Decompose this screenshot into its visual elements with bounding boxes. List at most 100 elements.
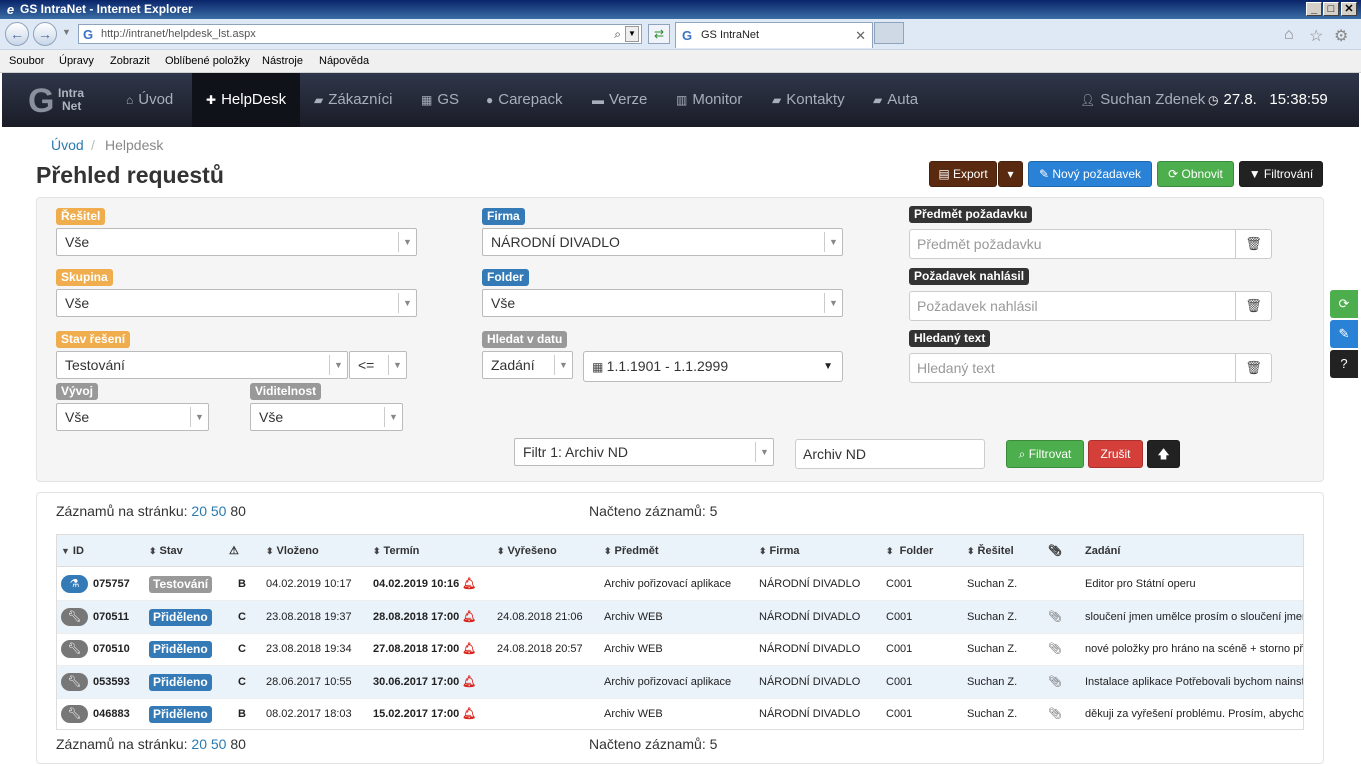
page-size-80[interactable]: 80 <box>230 503 246 519</box>
row-id[interactable]: 070510 <box>93 633 130 665</box>
folder-select[interactable]: Vše ▼ <box>482 289 843 317</box>
favorites-star-icon[interactable]: ☆ <box>1309 26 1323 46</box>
maximize-button[interactable]: □ <box>1323 2 1339 16</box>
nav-carepack[interactable]: ● Carepack <box>486 73 562 127</box>
intranet-logo[interactable]: G Intra Net <box>28 81 92 121</box>
wrench-icon[interactable]: 🔧︎ <box>61 672 88 691</box>
nav-gs[interactable]: ▦ GS <box>421 73 459 127</box>
table-row[interactable]: 🔧︎ 070511 Přiděleno C 23.08.2018 19:37 28.08.… <box>57 600 1303 634</box>
stav-operator-select[interactable]: <= ▼ <box>349 351 407 379</box>
browser-refresh-button[interactable]: ⇄ <box>648 24 670 44</box>
nav-monitor[interactable]: ▥ Monitor <box>676 73 742 127</box>
nav-uvod[interactable]: ⌂ Úvod <box>126 73 173 127</box>
forward-button[interactable]: → <box>33 22 57 46</box>
stav-select[interactable]: Testování ▼ <box>56 351 348 379</box>
close-tab-icon[interactable]: ✕ <box>855 23 866 48</box>
row-id[interactable]: 046883 <box>93 698 130 729</box>
address-dropdown-icon[interactable]: ▼ <box>625 26 639 42</box>
menu-napoveda[interactable]: Nápověda <box>319 55 369 67</box>
resitel-select[interactable]: Vše ▼ <box>56 228 417 256</box>
th-id[interactable]: ▼ ID <box>61 535 84 567</box>
clear-text-button[interactable]: 🗑︎ <box>1235 353 1272 383</box>
home-icon: ⌂ <box>126 93 134 107</box>
export-button[interactable]: ▤ Export <box>929 161 997 187</box>
table-row[interactable]: 🔧︎ 053593 Přiděleno C 28.06.2017 10:55 30.06.… <box>57 665 1303 699</box>
th-priority[interactable]: ⚠ <box>229 535 239 567</box>
nav-kontakty[interactable]: ▰ Kontakty <box>772 73 845 127</box>
clear-predmet-button[interactable]: 🗑︎ <box>1235 229 1272 259</box>
page-size-50[interactable]: 50 <box>211 736 227 752</box>
menu-oblibene[interactable]: Oblíbené položky <box>165 55 250 67</box>
wrench-icon[interactable]: 🔧︎ <box>61 640 88 658</box>
cancel-filter-button[interactable]: Zrušit <box>1088 440 1143 468</box>
page-size-80[interactable]: 80 <box>230 736 246 752</box>
new-request-button[interactable]: ✎ Nový požadavek <box>1028 161 1152 187</box>
filter-toggle-button[interactable]: ▼ Filtrování <box>1239 161 1323 187</box>
page-size-50[interactable]: 50 <box>211 503 227 519</box>
saved-filter-select[interactable]: Filtr 1: Archiv ND ▼ <box>514 438 774 466</box>
table-row[interactable]: 🔧︎ 070510 Přiděleno C 23.08.2018 19:34 27.08.… <box>57 633 1303 666</box>
paperclip-icon[interactable]: 📎︎ <box>1048 666 1062 698</box>
firma-select[interactable]: NÁRODNÍ DIVADLO ▼ <box>482 228 843 256</box>
home-icon[interactable]: ⌂ <box>1284 26 1294 44</box>
table-row[interactable]: ⚗ 075757 Testování B 04.02.2019 10:17 04.02.2… <box>57 568 1303 601</box>
th-vlozeno[interactable]: ⬍ Vloženo <box>266 535 319 567</box>
side-help-button[interactable]: ? <box>1330 350 1358 378</box>
row-folder: C001 <box>886 578 913 590</box>
th-termin[interactable]: ⬍ Termín <box>373 535 419 567</box>
th-firma[interactable]: ⬍ Firma <box>759 535 800 567</box>
th-resitel[interactable]: ⬍ Řešitel <box>967 535 1014 567</box>
datum-type-select[interactable]: Zadání ▼ <box>482 351 573 379</box>
row-id[interactable]: 053593 <box>93 666 130 698</box>
page-size-20[interactable]: 20 <box>191 736 207 752</box>
search-icon[interactable]: ⌕ <box>614 25 621 43</box>
th-vyreseno[interactable]: ⬍ Vyřešeno <box>497 535 557 567</box>
collapse-filter-button[interactable]: 🡅︎ <box>1147 440 1180 468</box>
skupina-select[interactable]: Vše ▼ <box>56 289 417 317</box>
predmet-input[interactable]: Předmět požadavku <box>909 229 1236 259</box>
browser-tab[interactable]: G GS IntraNet ✕ <box>675 22 873 48</box>
viditelnost-select[interactable]: Vše ▼ <box>250 403 403 431</box>
nav-verze[interactable]: ▬ Verze <box>592 73 647 127</box>
export-dropdown-button[interactable]: ▾ <box>998 161 1023 187</box>
wrench-icon[interactable]: 🔧︎ <box>61 705 88 723</box>
side-edit-button[interactable]: ✎ <box>1330 320 1358 348</box>
saved-filter-name-input[interactable]: Archiv ND <box>795 439 985 469</box>
history-dropdown-icon[interactable]: ▼ <box>62 27 71 37</box>
menu-upravy[interactable]: Úpravy <box>59 55 94 67</box>
nav-auta[interactable]: ▰ Auta <box>873 73 918 127</box>
nav-user[interactable]: 👤︎ Suchan Zdenek <box>1080 73 1205 127</box>
apply-filter-button[interactable]: ⌕ Filtrovat <box>1006 440 1084 468</box>
th-predmet[interactable]: ⬍ Předmět <box>604 535 659 567</box>
wrench-icon[interactable]: 🔧︎ <box>61 607 88 626</box>
th-stav[interactable]: ⬍ Stav <box>149 535 183 567</box>
breadcrumb-home[interactable]: Úvod <box>51 137 84 153</box>
date-range-picker[interactable]: ▦ 1.1.1901 - 1.1.2999 ▼ <box>583 351 843 382</box>
clear-nahlasil-button[interactable]: 🗑︎ <box>1235 291 1272 321</box>
nav-helpdesk[interactable]: ✚ HelpDesk <box>192 73 301 127</box>
text-input[interactable]: Hledaný text <box>909 353 1236 383</box>
address-bar[interactable]: G http://intranet/helpdesk_lst.aspx ⌕ ▼ <box>78 24 642 44</box>
back-button[interactable]: ← <box>5 22 29 46</box>
page-size-20[interactable]: 20 <box>191 503 207 519</box>
vyvoj-select[interactable]: Vše ▼ <box>56 403 209 431</box>
minimize-button[interactable]: _ <box>1306 2 1322 16</box>
nav-zakaznici[interactable]: ▰ Zákazníci <box>314 73 392 127</box>
side-refresh-button[interactable]: ⟳ <box>1330 290 1358 318</box>
new-tab-button[interactable] <box>874 22 904 44</box>
menu-soubor[interactable]: Soubor <box>9 55 44 67</box>
flask-icon[interactable]: ⚗ <box>61 575 88 593</box>
nahlasil-input[interactable]: Požadavek nahlásil <box>909 291 1236 321</box>
close-window-button[interactable]: ✕ <box>1341 2 1357 16</box>
gear-icon[interactable]: ⚙ <box>1334 26 1348 46</box>
paperclip-icon[interactable]: 📎︎ <box>1048 698 1062 729</box>
th-folder[interactable]: ⬍ Folder <box>886 535 933 567</box>
table-row[interactable]: 🔧︎ 046883 Přiděleno B 08.02.2017 18:03 15.02.… <box>57 698 1303 729</box>
row-id[interactable]: 070511 <box>93 601 129 633</box>
menu-nastroje[interactable]: Nástroje <box>262 55 303 67</box>
menu-zobrazit[interactable]: Zobrazit <box>110 55 150 67</box>
paperclip-icon[interactable]: 📎︎ <box>1048 633 1062 665</box>
paperclip-icon[interactable]: 📎︎ <box>1048 601 1062 633</box>
refresh-button[interactable]: ⟳ Obnovit <box>1157 161 1234 187</box>
row-id[interactable]: 075757 <box>93 568 130 600</box>
